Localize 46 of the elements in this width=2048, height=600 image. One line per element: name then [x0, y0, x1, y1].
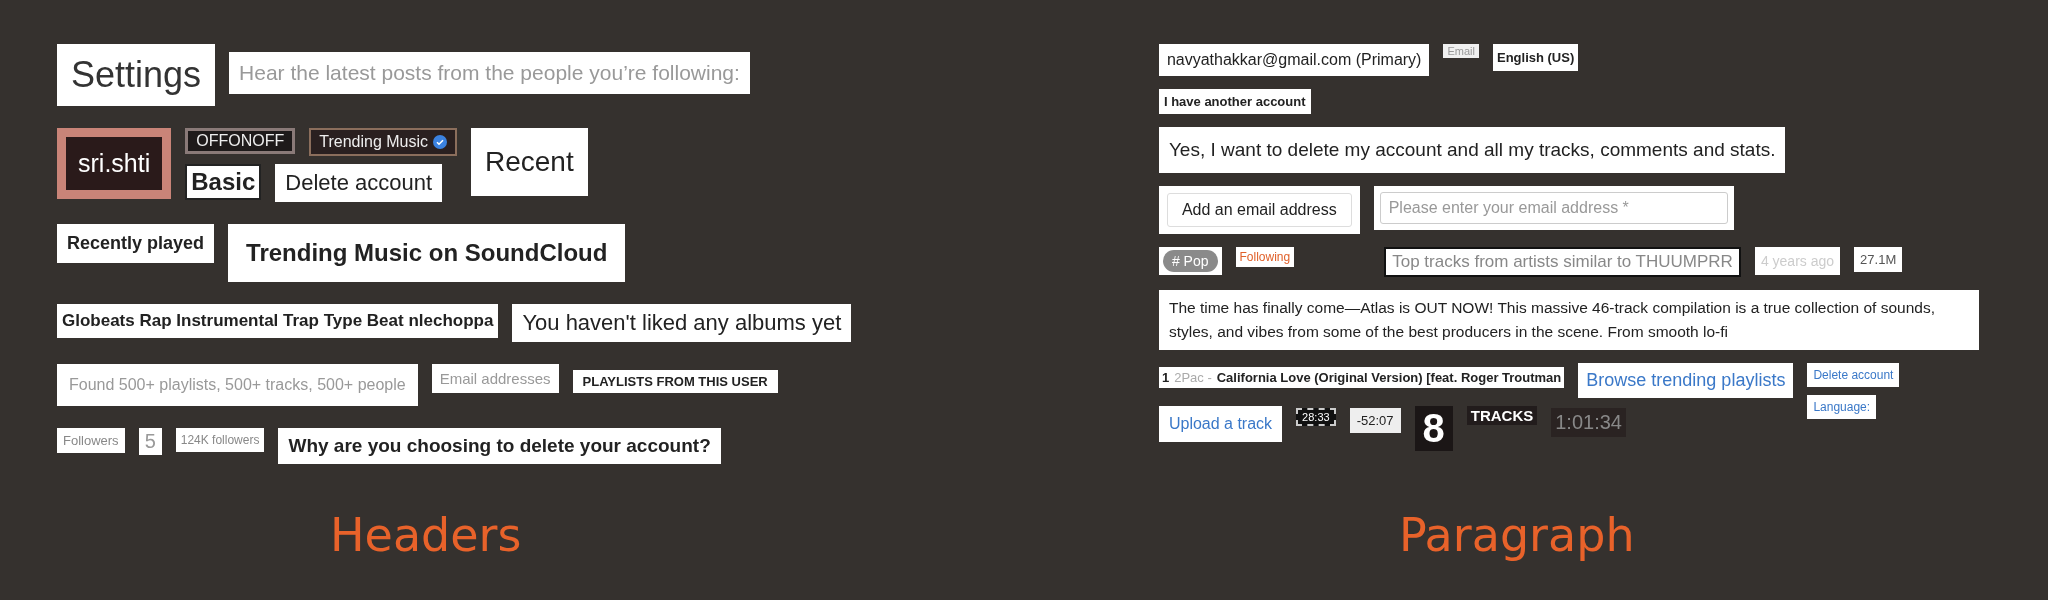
- remaining-time: -52:07: [1349, 408, 1401, 433]
- genre-tag[interactable]: # Pop: [1162, 250, 1218, 272]
- section-label: Headers: [330, 508, 522, 562]
- text-link[interactable]: Delete account: [1807, 363, 1900, 387]
- heading-text: Basic: [185, 164, 262, 200]
- label-text: Email: [1443, 44, 1479, 58]
- add-email-button[interactable]: Add an email address: [1166, 193, 1352, 227]
- duration-text: 28:33: [1296, 408, 1336, 426]
- email-text: navyathakkar@gmail.com (Primary): [1158, 44, 1430, 76]
- heading-text: Recent: [471, 128, 588, 196]
- track-count: 8: [1414, 406, 1453, 451]
- caption-text: 124K followers: [175, 428, 265, 452]
- text-link[interactable]: Language:: [1807, 395, 1877, 419]
- verified-icon: [433, 135, 447, 149]
- heading-text: Trending Music on SoundCloud: [228, 224, 626, 282]
- heading-text: Delete account: [275, 164, 443, 202]
- track-name: California Love (Original Version) [feat. Roger Troutman: [1216, 370, 1562, 385]
- heading-text: Recently played: [57, 224, 215, 263]
- caps-heading: PLAYLISTS FROM THIS USER: [572, 370, 778, 393]
- tracks-label: TRACKS: [1466, 406, 1538, 425]
- count-text: 5: [138, 428, 162, 455]
- following-label: Following: [1235, 247, 1295, 267]
- username: sri.shti: [57, 128, 172, 199]
- browse-link[interactable]: Browse trending playlists: [1578, 363, 1794, 398]
- track-number: 1: [1161, 370, 1170, 385]
- artist-name: 2Pac -: [1174, 370, 1212, 385]
- section-label: Paragraph: [1398, 508, 1635, 562]
- label-text: Email addresses: [431, 364, 559, 393]
- subtitle-text: Hear the latest posts from the people you’re following:: [229, 52, 750, 94]
- description-paragraph: The time has finally come—Atlas is OUT NOW! This massive 46-track compilation is a true collection of sounds, styles, and vibes from some of the best producers in the scene. From smooth lo-fi: [1158, 290, 1979, 350]
- label-text: I have another account: [1158, 89, 1311, 114]
- confirm-text: Yes, I want to delete my account and all my tracks, comments and stats.: [1158, 127, 1786, 173]
- total-duration: 1:01:34: [1551, 408, 1626, 437]
- empty-state-text: You haven't liked any albums yet: [512, 304, 852, 342]
- verified-name: Trending Music: [319, 133, 428, 151]
- results-text: Found 500+ playlists, 500+ tracks, 500+ people: [57, 364, 418, 406]
- toggle-label: OFFONOFF: [185, 128, 296, 154]
- language-text: English (US): [1492, 44, 1579, 71]
- email-field[interactable]: Please enter your email address *: [1373, 186, 1734, 230]
- section-heading: Top tracks from artists similar to THUUMPRR: [1384, 247, 1741, 277]
- track-title: Globeats Rap Instrumental Trap Type Beat nlechoppa: [57, 304, 499, 338]
- label-text: Followers: [57, 428, 125, 453]
- page-title: Settings: [57, 44, 216, 106]
- upload-link[interactable]: Upload a track: [1158, 406, 1283, 442]
- question-text: Why are you choosing to delete your account?: [278, 428, 721, 464]
- stat-text: 27.1M: [1854, 247, 1903, 272]
